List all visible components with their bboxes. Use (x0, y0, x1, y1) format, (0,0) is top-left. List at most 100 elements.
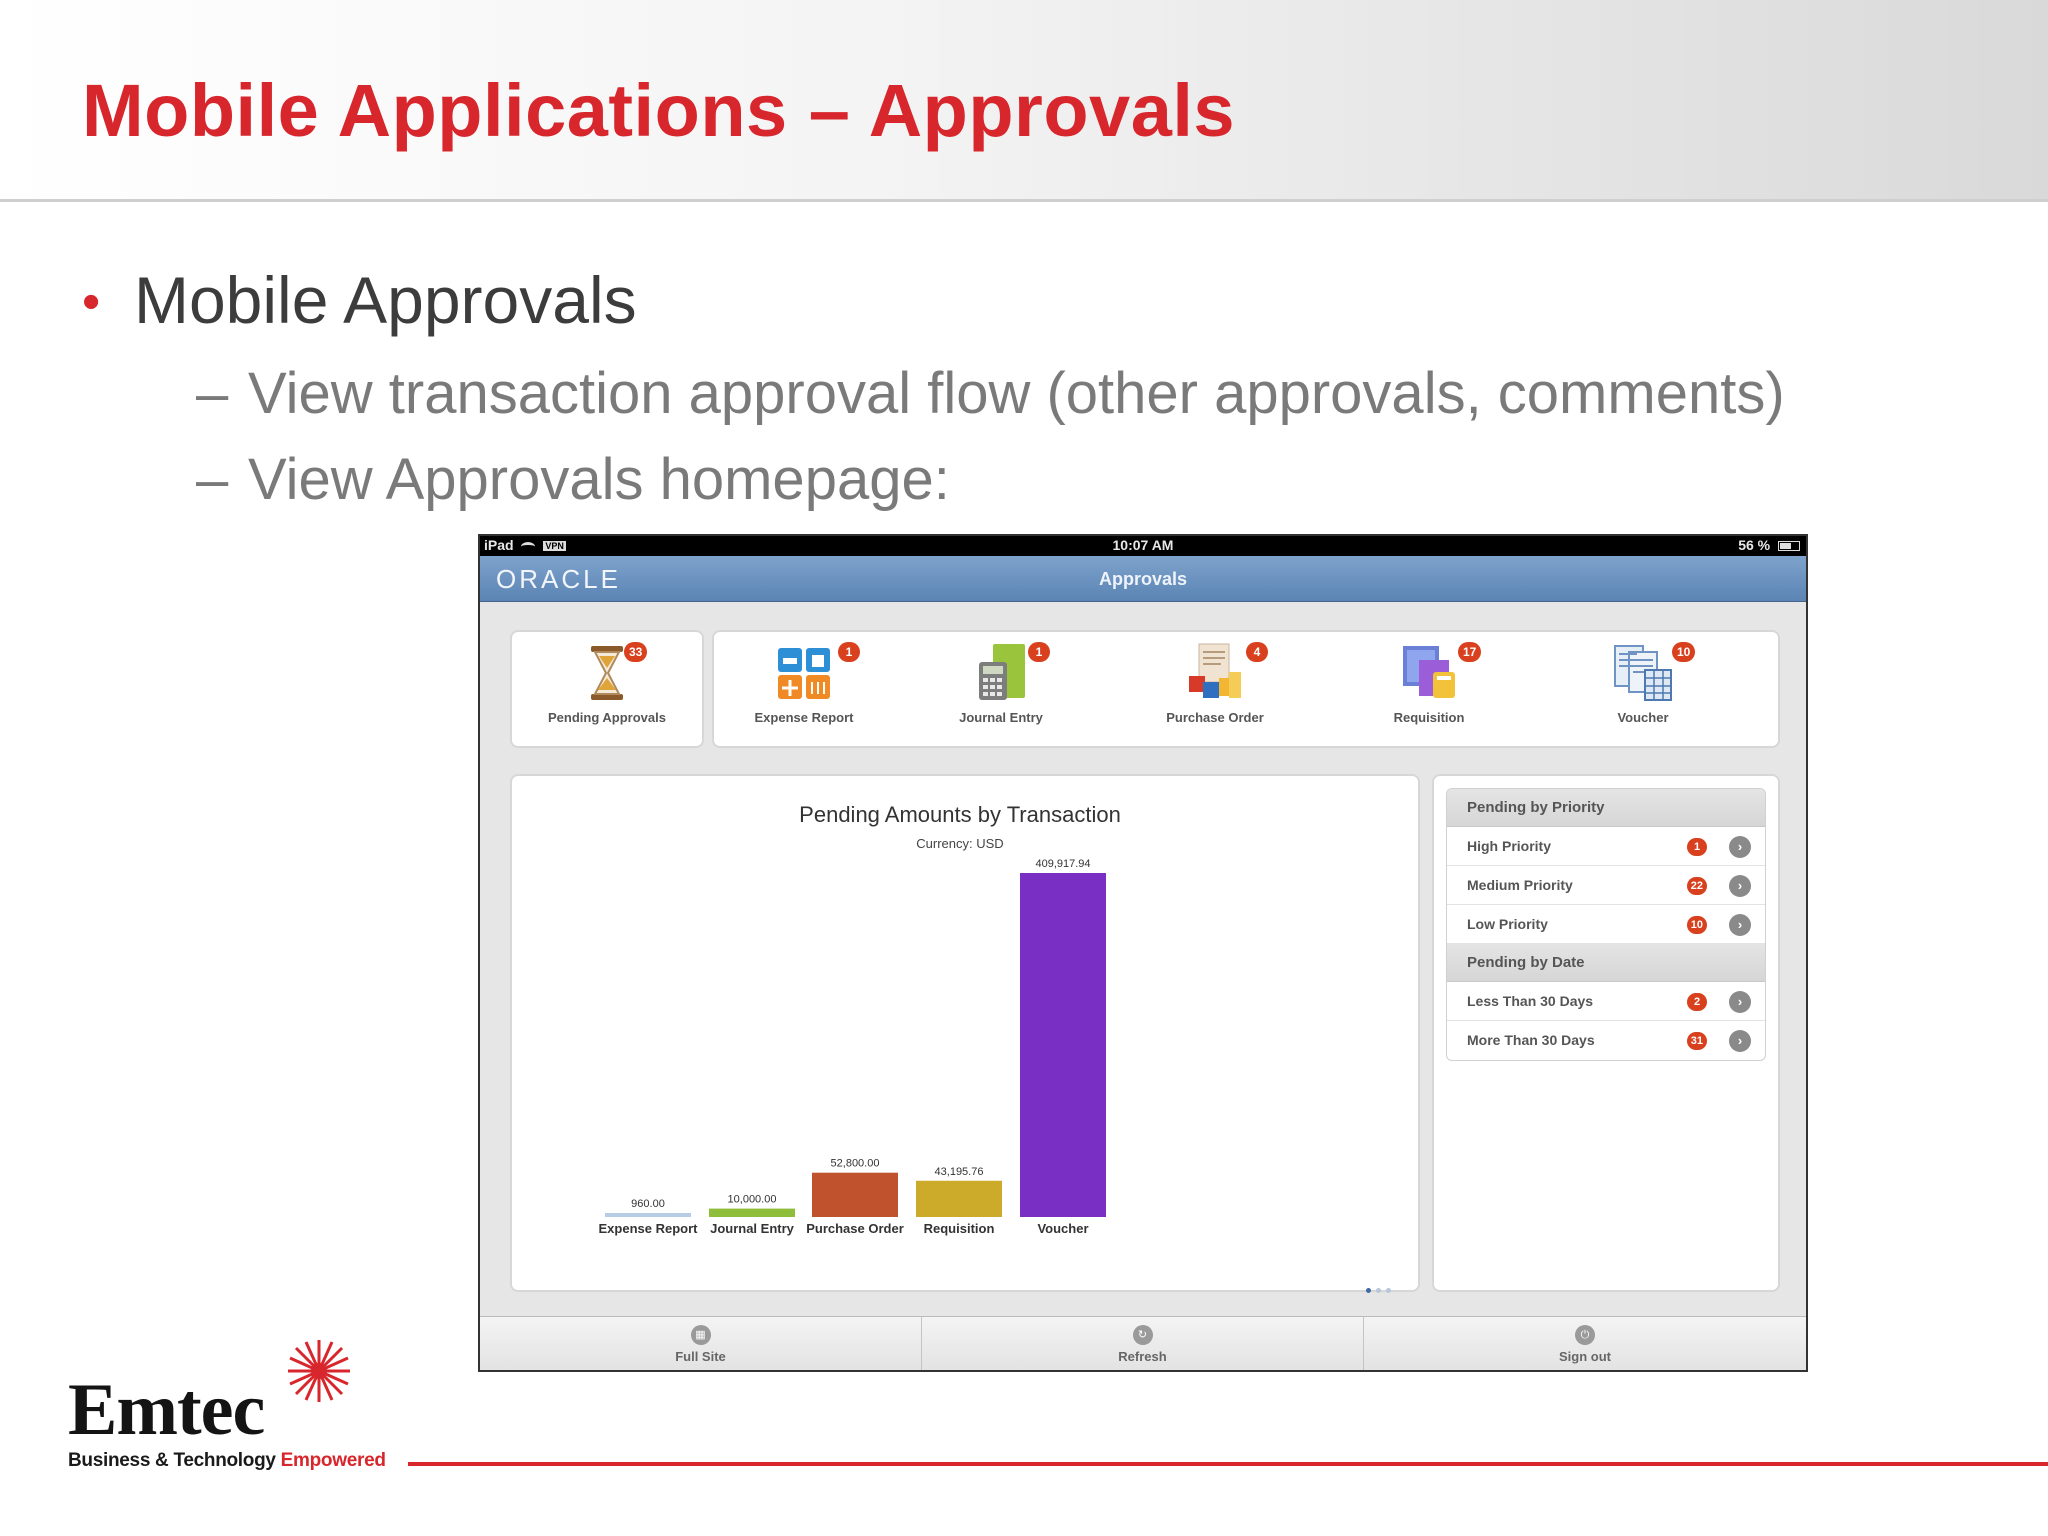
chevron-right-icon[interactable]: › (1729, 914, 1751, 936)
pending-amounts-chart: Pending Amounts by Transaction Currency:… (599, 802, 1121, 1236)
list-item-label: High Priority (1467, 838, 1552, 854)
pending-by-date-header: Pending by Date (1447, 944, 1765, 982)
category-tick-label: Purchase Order (806, 1221, 904, 1236)
grid-icon: ▦ (690, 1325, 711, 1345)
tile-requisition[interactable]: 17 Requisition (1322, 632, 1536, 746)
count-badge: 2 (1687, 993, 1707, 1011)
ipad-screenshot: iPad VPN 10:07 AM 56 % ORACLE Approvals … (478, 534, 1808, 1372)
power-icon: ⏻ (1575, 1325, 1595, 1345)
bar-voucher[interactable] (1020, 873, 1106, 1217)
count-badge: 1 (1687, 838, 1707, 856)
bullet-dot: • (82, 273, 101, 331)
transaction-tiles-panel: 1 Expense Report 1 Journal Entry 4 Purch… (712, 630, 1780, 748)
status-right: 56 % (1738, 537, 1800, 553)
sub-bullet-dash: – (196, 447, 229, 512)
refresh-icon: ↻ (1132, 1325, 1153, 1345)
bar-expense-report[interactable] (605, 1213, 691, 1217)
chart-panel: Pending Amounts by Transaction Currency:… (510, 774, 1420, 1292)
bottom-toolbar: ▦ Full Site ↻ Refresh ⏻ Sign out (480, 1316, 1806, 1370)
pending-by-priority-header: Pending by Priority (1447, 789, 1765, 827)
battery-icon (1778, 541, 1800, 552)
list-item-label: Less Than 30 Days (1467, 993, 1594, 1009)
app-header: ORACLE Approvals (480, 556, 1806, 602)
starburst-icon (288, 1340, 350, 1402)
slide-title: Mobile Applications – Approvals (82, 69, 1236, 152)
list-item-label: More Than 30 Days (1467, 1032, 1595, 1048)
list-item-low-priority[interactable]: Low Priority 10 › (1447, 905, 1765, 944)
app-title: Approvals (1098, 569, 1188, 589)
tile-label: Expense Report (754, 710, 854, 725)
tile-badge: 17 (1458, 642, 1482, 662)
bar-value-label: 409,917.94 (1035, 858, 1090, 870)
category-tick-label: Journal Entry (710, 1221, 795, 1236)
expense-report-icon (778, 648, 830, 699)
tile-pending-approvals[interactable]: 33 Pending Approvals (512, 632, 702, 746)
sub-bullet-text: View transaction approval flow (other ap… (248, 361, 1785, 426)
sub-bullet-text: View Approvals homepage: (248, 447, 950, 512)
list-item-less-than-30-days[interactable]: Less Than 30 Days 2 › (1447, 982, 1765, 1021)
tile-badge: 1 (1028, 642, 1050, 662)
tile-expense-report[interactable]: 1 Expense Report (714, 632, 894, 746)
logo-tagline: Business & Technology Empowered (68, 1450, 386, 1472)
bar-value-label: 43,195.76 (935, 1166, 984, 1178)
slide-header: Mobile Applications – Approvals (0, 0, 2048, 202)
tagline-main: Business & Technology (68, 1450, 281, 1471)
tagline-empowered: Empowered (280, 1450, 386, 1471)
tile-label: Requisition (1393, 710, 1465, 725)
tile-label: Pending Approvals (548, 710, 666, 725)
toolbar-label: Sign out (1559, 1349, 1611, 1364)
emtec-logo: Emtec Business & Technology Empowered (68, 1336, 388, 1476)
page-dot (1386, 1288, 1391, 1293)
tile-badge: 10 (1672, 642, 1696, 662)
chevron-right-icon[interactable]: › (1729, 1030, 1751, 1052)
list-item-more-than-30-days[interactable]: More Than 30 Days 31 › (1447, 1021, 1765, 1060)
sub-bullet-dash: – (196, 361, 229, 426)
chevron-right-icon[interactable]: › (1729, 836, 1751, 858)
logo-wordmark: Emtec (68, 1369, 265, 1451)
chevron-right-icon[interactable]: › (1729, 875, 1751, 897)
page-dot (1376, 1288, 1381, 1293)
purchase-order-icon (1189, 643, 1241, 698)
bar-value-label: 10,000.00 (728, 1194, 777, 1206)
category-tick-label: Voucher (1037, 1221, 1088, 1236)
category-tick-label: Expense Report (599, 1221, 699, 1236)
battery-percent: 56 % (1738, 537, 1771, 553)
tile-journal-entry[interactable]: 1 Journal Entry (894, 632, 1108, 746)
chevron-right-icon[interactable]: › (1729, 991, 1751, 1013)
pending-approvals-panel: 33 Pending Approvals (510, 630, 704, 748)
bullet-text: Mobile Approvals (134, 263, 637, 337)
tile-voucher[interactable]: 10 Voucher (1536, 632, 1750, 746)
toolbar-label: Refresh (1118, 1349, 1167, 1364)
tile-badge: 33 (624, 642, 648, 662)
page-dot-active (1366, 1288, 1371, 1293)
tile-label: Journal Entry (959, 710, 1043, 725)
chart-title: Pending Amounts by Transaction (799, 802, 1121, 827)
tile-label: Purchase Order (1166, 710, 1264, 725)
bar-purchase-order[interactable] (812, 1172, 898, 1217)
count-badge: 31 (1686, 1032, 1707, 1050)
list-item-label: Low Priority (1467, 916, 1548, 932)
footer-rule (408, 1462, 2048, 1466)
category-tick-label: Requisition (924, 1221, 995, 1236)
status-time: 10:07 AM (1112, 537, 1174, 553)
list-item-medium-priority[interactable]: Medium Priority 22 › (1447, 866, 1765, 905)
bar-requisition[interactable] (916, 1180, 1002, 1217)
tile-badge: 1 (838, 642, 860, 662)
full-site-button[interactable]: ▦ Full Site (480, 1317, 922, 1370)
count-badge: 10 (1686, 916, 1707, 934)
voucher-icon (1614, 645, 1672, 701)
pending-summary-list: Pending by Priority High Priority 1 › Me… (1446, 788, 1766, 1061)
chart-subtitle: Currency: USD (916, 836, 1003, 851)
tile-badge: 4 (1246, 642, 1268, 662)
sign-out-button[interactable]: ⏻ Sign out (1364, 1317, 1806, 1370)
refresh-button[interactable]: ↻ Refresh (922, 1317, 1364, 1370)
count-badge: 22 (1686, 877, 1707, 895)
page-indicator[interactable] (1366, 1280, 1416, 1293)
list-item-label: Medium Priority (1467, 877, 1573, 893)
bar-value-label: 52,800.00 (831, 1158, 880, 1170)
status-bar: iPad VPN 10:07 AM 56 % (480, 536, 1806, 556)
list-item-high-priority[interactable]: High Priority 1 › (1447, 827, 1765, 866)
bar-journal-entry[interactable] (709, 1208, 795, 1217)
requisition-icon (1403, 646, 1455, 698)
tile-purchase-order[interactable]: 4 Purchase Order (1108, 632, 1322, 746)
